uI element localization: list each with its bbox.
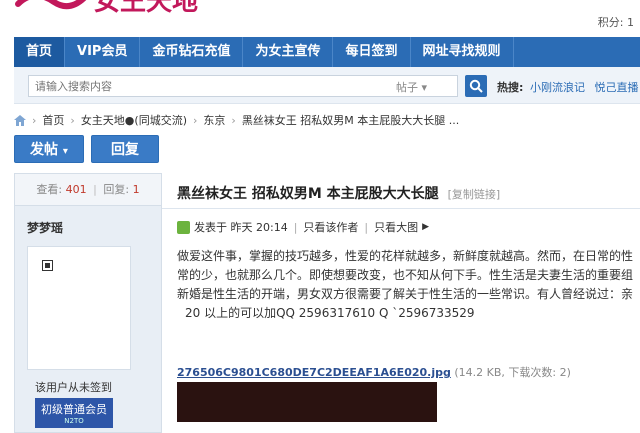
hot-link[interactable]: 小刚流浪记: [530, 81, 585, 94]
home-icon[interactable]: [14, 114, 26, 126]
breadcrumb-separator: ›: [193, 113, 198, 127]
hot-link[interactable]: 悦己直播: [595, 81, 639, 94]
attachment-link[interactable]: 276506C9801C680DE7C2DEEAF1A6E020.jpg: [177, 366, 451, 379]
thread-stats: 查看: 401 | 回复: 1: [15, 174, 161, 206]
main-nav: 首页 VIP会员 金币钻石充值 为女主宣传 每日签到 网址寻找规则: [14, 37, 640, 67]
member-level-label: 初级普通会员: [41, 403, 107, 416]
divider: [162, 208, 640, 209]
author-name[interactable]: 梦梦瑶: [27, 219, 63, 236]
hot-search-links: 小刚流浪记 悦己直播 性爱: [530, 79, 640, 95]
only-author-link[interactable]: 只看该作者: [303, 219, 358, 235]
breadcrumb-separator: ›: [32, 113, 37, 127]
nav-item-promote[interactable]: 为女主宣传: [243, 37, 334, 67]
sign-status: 该用户从未签到: [35, 381, 112, 394]
attachment: 276506C9801C680DE7C2DEEAF1A6E020.jpg (14…: [177, 364, 571, 380]
breadcrumb: › 首页 › 女主天地●(同城交流) › 东京 › 黑丝袜女王 招私奴男M 本主…: [14, 112, 459, 128]
attachment-image[interactable]: [177, 382, 437, 422]
post-title-text: 黑丝袜女王 招私奴男M 本主屁股大大长腿: [177, 186, 439, 202]
nav-item-home[interactable]: 首页: [14, 37, 66, 67]
nav-item-vip[interactable]: VIP会员: [65, 37, 141, 67]
nav-item-recharge[interactable]: 金币钻石充值: [140, 37, 244, 67]
breadcrumb-item[interactable]: 黑丝袜女王 招私奴男M 本主屁股大大长腿 ...: [242, 112, 459, 128]
attachment-info: (14.2 KB, 下载次数: 2): [454, 366, 571, 379]
top-strip: 女王天地 积分: 1: [0, 0, 640, 36]
nav-item-url-rules[interactable]: 网址寻找规则: [411, 37, 514, 67]
broken-image-icon: [42, 260, 53, 271]
post-body-line: 常的少，也就那么几个。即使想要改变，也不知从何下手。性生活是夫妻生活的重要组: [177, 268, 634, 282]
post-body-line: 新婚是性生活的开端，男女双方很需要了解关于性生活的一些常识。有人曾经说过：亲: [177, 287, 634, 301]
views-label: 查看:: [36, 183, 63, 196]
replies-label: 回复:: [103, 183, 130, 196]
posted-at: 发表于 昨天 20:14: [194, 221, 288, 234]
search-type-label: 帖子: [396, 81, 418, 94]
search-bar: 帖子 ▾ 热搜: 小刚流浪记 悦己直播 性爱: [14, 67, 640, 104]
search-button[interactable]: [465, 75, 487, 97]
meta-separator: |: [364, 220, 369, 234]
member-level-badge[interactable]: 初级普通会员 N2TO: [35, 398, 113, 428]
post-title: 黑丝袜女王 招私奴男M 本主屁股大大长腿 [复制链接]: [177, 183, 500, 203]
chevron-down-icon: ▾: [421, 81, 428, 94]
breadcrumb-item[interactable]: 首页: [42, 112, 64, 128]
post-body-line: 20 以上的可以加QQ 2596317610 Q `2596733529: [185, 306, 475, 320]
author-panel: 查看: 401 | 回复: 1 梦梦瑶 该用户从未签到 初级普通会员 N2TO: [14, 173, 162, 433]
post-button[interactable]: 发帖 ▾: [14, 135, 84, 163]
logo-text: 女王天地: [94, 0, 198, 16]
replies-count: 1: [132, 183, 140, 196]
search-input[interactable]: [28, 75, 458, 97]
only-images-link[interactable]: 只看大图: [374, 219, 418, 235]
search-type-select[interactable]: 帖子 ▾: [396, 79, 427, 95]
online-status-icon: [177, 220, 190, 234]
post-meta: 发表于 昨天 20:14 | 只看该作者 | 只看大图 ▶: [177, 219, 429, 235]
site-logo[interactable]: 女王天地: [14, 0, 234, 16]
post-body-line: 做爱这件事，掌握的技巧越多，性爱的花样就越多，新鲜度就越高。然而，在日常的性: [177, 249, 634, 263]
points-label: 积分: 1: [597, 16, 634, 29]
search-icon: [469, 79, 483, 93]
avatar[interactable]: [27, 246, 131, 370]
member-level-sub: N2TO: [64, 417, 84, 425]
views-count: 401: [65, 183, 87, 196]
post-body: 做爱这件事，掌握的技巧越多，性爱的花样就越多，新鲜度就越高。然而，在日常的性 常…: [177, 247, 640, 323]
play-arrow-icon: ▶: [422, 222, 430, 232]
breadcrumb-item[interactable]: 东京: [203, 112, 225, 128]
breadcrumb-item[interactable]: 女主天地●(同城交流): [81, 112, 187, 128]
caret-down-icon: ▾: [62, 146, 68, 157]
breadcrumb-separator: ›: [70, 113, 75, 127]
nav-item-checkin[interactable]: 每日签到: [333, 37, 411, 67]
post-button-label: 发帖: [30, 142, 59, 158]
reply-button[interactable]: 回复: [91, 135, 159, 163]
hot-search-label: 热搜:: [497, 81, 524, 94]
breadcrumb-separator: ›: [231, 113, 236, 127]
meta-separator: |: [293, 220, 298, 234]
copy-link[interactable]: [复制链接]: [448, 188, 501, 201]
